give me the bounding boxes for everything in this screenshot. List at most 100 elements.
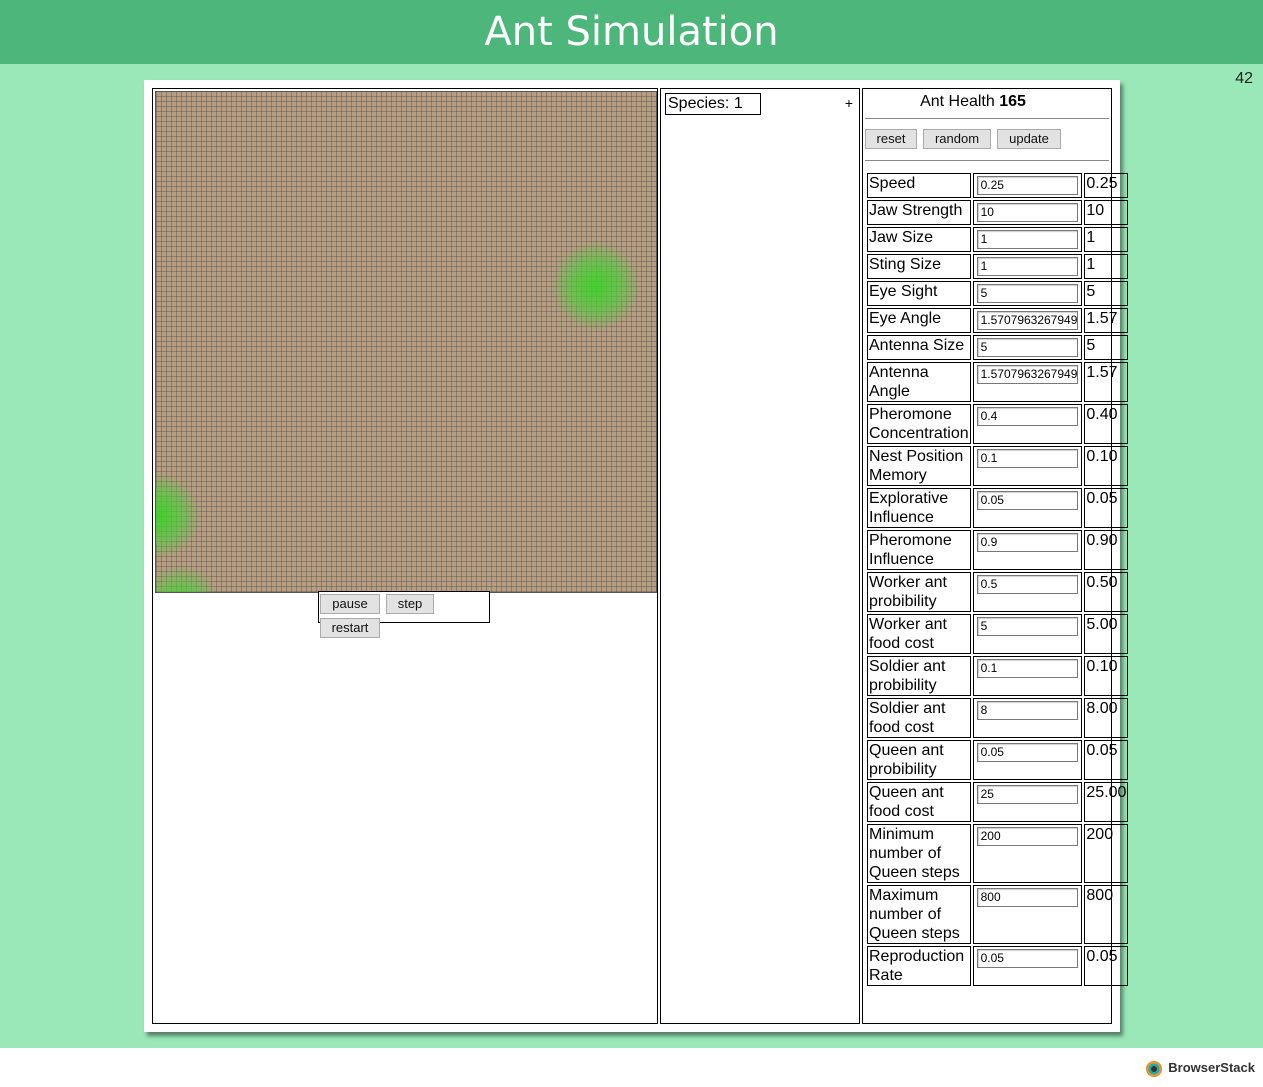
param-row: Pheromone Concentration 0.4 0.40 <box>867 404 1129 444</box>
param-label: Worker ant probibility <box>867 572 971 612</box>
param-input[interactable]: 0.05 <box>976 743 1079 762</box>
param-row: Worker ant food cost 5 5.00 <box>867 614 1129 654</box>
food-source <box>552 242 640 330</box>
param-value: 800 <box>1084 885 1129 944</box>
param-label: Jaw Size <box>867 227 971 252</box>
random-button[interactable]: random <box>923 129 991 149</box>
param-value: 25.00 <box>1084 782 1129 822</box>
param-input[interactable]: 5 <box>976 338 1079 357</box>
param-input[interactable]: 25 <box>976 785 1079 804</box>
param-label: Sting Size <box>867 254 971 279</box>
param-value: 10 <box>1084 200 1129 225</box>
param-row: Queen ant probibility 0.05 0.05 <box>867 740 1129 780</box>
restart-button[interactable]: restart <box>320 618 380 638</box>
food-source <box>156 566 220 592</box>
param-value: 200 <box>1084 824 1129 883</box>
param-input[interactable]: 0.9 <box>976 533 1079 552</box>
step-button[interactable]: step <box>386 594 434 614</box>
param-input-cell: 200 <box>972 824 1083 883</box>
add-species-button[interactable]: + <box>845 95 853 111</box>
param-row: Eye Sight 5 5 <box>867 281 1129 306</box>
param-row: Jaw Size 1 1 <box>867 227 1129 252</box>
param-input-cell: 25 <box>972 782 1083 822</box>
param-value: 1 <box>1084 227 1129 252</box>
param-label: Eye Sight <box>867 281 971 306</box>
param-input[interactable]: 8 <box>976 701 1079 720</box>
param-input[interactable]: 1 <box>976 230 1079 249</box>
param-input[interactable]: 0.5 <box>976 575 1079 594</box>
param-input-cell: 0.5 <box>972 572 1083 612</box>
food-source <box>156 474 200 558</box>
param-row: Soldier ant probibility 0.1 0.10 <box>867 656 1129 696</box>
simulation-column: pause step restart <box>152 88 658 1024</box>
param-input[interactable]: 0.05 <box>976 491 1079 510</box>
param-value: 5 <box>1084 281 1129 306</box>
param-input-cell: 5 <box>972 614 1083 654</box>
page-title: Ant Simulation <box>484 9 779 55</box>
param-input[interactable]: 1.5707963267949 <box>976 365 1079 384</box>
param-input-cell: 800 <box>972 885 1083 944</box>
param-input[interactable]: 1.5707963267949 <box>976 311 1079 330</box>
brand-name: BrowserStack <box>1168 1060 1255 1075</box>
param-input[interactable]: 0.1 <box>976 659 1079 678</box>
param-label: Explorative Influence <box>867 488 971 528</box>
param-input-cell: 1 <box>972 227 1083 252</box>
species-select[interactable]: Species: 1 <box>665 93 761 115</box>
param-value: 0.50 <box>1084 572 1129 612</box>
param-input-cell: 5 <box>972 335 1083 360</box>
param-row: Eye Angle 1.5707963267949 1.57 <box>867 308 1129 333</box>
param-label: Pheromone Concentration <box>867 404 971 444</box>
browserstack-logo: BrowserStack <box>1146 1060 1255 1077</box>
param-value: 5.00 <box>1084 614 1129 654</box>
param-value: 0.40 <box>1084 404 1129 444</box>
param-input-cell: 0.05 <box>972 946 1083 986</box>
pause-button[interactable]: pause <box>320 594 380 614</box>
param-label: Jaw Strength <box>867 200 971 225</box>
param-input[interactable]: 0.4 <box>976 407 1079 426</box>
param-value: 0.25 <box>1084 173 1129 198</box>
param-input[interactable]: 0.25 <box>976 176 1079 195</box>
param-label: Nest Position Memory <box>867 446 971 486</box>
param-row: Minimum number of Queen steps 200 200 <box>867 824 1129 883</box>
ant-health: Ant Health 165 <box>863 93 1083 111</box>
param-input-cell: 0.05 <box>972 488 1083 528</box>
param-input[interactable]: 0.05 <box>976 949 1079 968</box>
update-button[interactable]: update <box>997 129 1061 149</box>
reset-button[interactable]: reset <box>865 129 917 149</box>
param-input-cell: 5 <box>972 281 1083 306</box>
param-row: Nest Position Memory 0.1 0.10 <box>867 446 1129 486</box>
param-row: Sting Size 1 1 <box>867 254 1129 279</box>
parameters-table: Speed 0.25 0.25 Jaw Strength 10 10 Jaw Size 1 1 S… <box>865 171 1130 988</box>
param-label: Antenna Angle <box>867 362 971 402</box>
param-input[interactable]: 0.1 <box>976 449 1079 468</box>
param-label: Worker ant food cost <box>867 614 971 654</box>
param-input-cell: 8 <box>972 698 1083 738</box>
param-input-cell: 1.5707963267949 <box>972 308 1083 333</box>
param-input[interactable]: 1 <box>976 257 1079 276</box>
browserstack-icon <box>1146 1060 1163 1077</box>
param-row: Antenna Size 5 5 <box>867 335 1129 360</box>
param-row: Worker ant probibility 0.5 0.50 <box>867 572 1129 612</box>
param-input-cell: 10 <box>972 200 1083 225</box>
simulation-canvas[interactable] <box>155 91 657 593</box>
param-row: Queen ant food cost 25 25.00 <box>867 782 1129 822</box>
param-input[interactable]: 5 <box>976 617 1079 636</box>
param-input-cell: 1 <box>972 254 1083 279</box>
param-input-cell: 1.5707963267949 <box>972 362 1083 402</box>
param-value: 0.10 <box>1084 656 1129 696</box>
divider <box>865 160 1109 161</box>
param-input[interactable]: 10 <box>976 203 1079 222</box>
species-column: Species: 1 + <box>660 88 860 1024</box>
param-row: Soldier ant food cost 8 8.00 <box>867 698 1129 738</box>
param-label: Soldier ant probibility <box>867 656 971 696</box>
param-value: 1.57 <box>1084 362 1129 402</box>
divider <box>865 118 1109 119</box>
param-input-cell: 0.05 <box>972 740 1083 780</box>
param-input[interactable]: 5 <box>976 284 1079 303</box>
param-value: 1.57 <box>1084 308 1129 333</box>
ant-health-label: Ant Health <box>920 93 995 110</box>
param-input[interactable]: 800 <box>976 888 1079 907</box>
param-value: 8.00 <box>1084 698 1129 738</box>
parameters-column: Ant Health 165 reset random update Speed… <box>862 88 1129 1024</box>
param-input[interactable]: 200 <box>976 827 1079 846</box>
